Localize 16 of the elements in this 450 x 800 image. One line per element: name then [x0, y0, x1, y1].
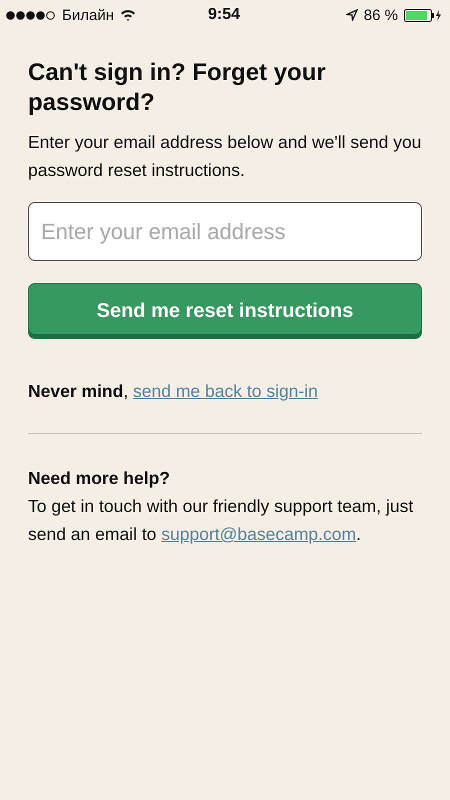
battery-charging-icon [404, 8, 442, 22]
location-arrow-icon [346, 9, 358, 21]
send-reset-button[interactable]: Send me reset instructions [28, 283, 422, 339]
carrier-name: Билайн [62, 6, 114, 24]
wifi-icon [120, 9, 136, 21]
page-title: Can't sign in? Forget your password? [28, 58, 327, 118]
instructions-text: Enter your email address below and we'll send you password reset instructions. [28, 131, 422, 182]
signal-icon [6, 10, 56, 20]
sign-in-link[interactable]: send me back to sign-in [133, 381, 318, 401]
support-email-link[interactable]: support@basecamp.com [161, 524, 356, 544]
email-input-field[interactable]: Enter your email address [28, 202, 422, 261]
battery-percentage: 86 % [364, 6, 398, 24]
help-heading: Need more help? [28, 467, 171, 490]
help-text: To get in touch with our friendly support team, just send an email to support@basecamp.com. [28, 495, 414, 546]
back-to-sign-in-text: Never mind, send me back to sign-in [28, 380, 319, 403]
clock-time: 9:54 [208, 6, 240, 24]
